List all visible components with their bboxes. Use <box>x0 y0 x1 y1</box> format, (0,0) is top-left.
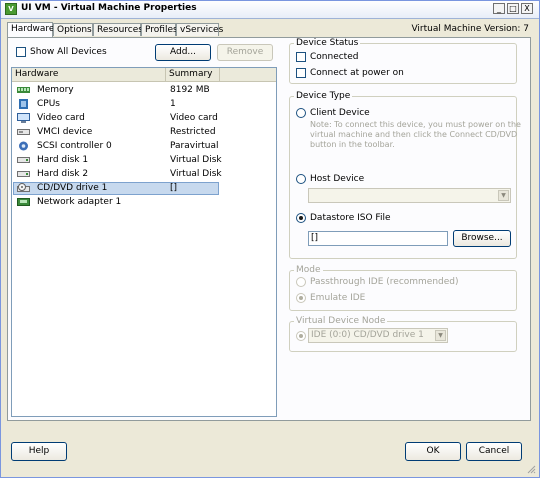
hardware-row-name: CPUs <box>37 99 60 109</box>
hard-disk-icon <box>17 157 30 163</box>
virtual-device-node-dropdown[interactable]: IDE (0:0) CD/DVD drive 1 ▼ <box>308 328 448 343</box>
tab-options[interactable]: Options <box>53 23 93 36</box>
connect-at-power-on-label: Connect at power on <box>310 68 404 78</box>
passthrough-ide-radio[interactable] <box>296 277 306 287</box>
vmci-device-icon <box>17 129 30 135</box>
hardware-row-summary: [] <box>170 183 178 193</box>
cancel-button[interactable]: Cancel <box>466 442 522 461</box>
show-all-devices-label: Show All Devices <box>30 47 107 57</box>
hardware-row-scsi-controller[interactable]: SCSI controller 0 Paravirtual <box>13 140 219 153</box>
device-type-title: Device Type <box>296 91 351 101</box>
emulate-ide-radio[interactable] <box>296 293 306 303</box>
hardware-row-summary: 1 <box>170 99 176 109</box>
browse-button[interactable]: Browse... <box>453 230 511 247</box>
client-device-note-line2: virtual machine and then click the Conne… <box>310 130 518 139</box>
cpu-icon <box>19 99 28 109</box>
hardware-row-hard-disk-1[interactable]: Hard disk 1 Virtual Disk <box>13 154 222 167</box>
tab-vservices[interactable]: vServices <box>176 23 223 36</box>
virtual-device-node-value: IDE (0:0) CD/DVD drive 1 <box>311 330 424 340</box>
mode-title: Mode <box>296 265 321 275</box>
hardware-row-vmci-device[interactable]: VMCI device Restricted <box>13 126 219 139</box>
iso-file-path-input[interactable]: [] <box>308 231 448 246</box>
hard-disk-icon <box>17 171 30 177</box>
chevron-down-icon: ▼ <box>498 190 509 201</box>
hardware-row-summary: Restricted <box>170 127 216 137</box>
hardware-row-hard-disk-2[interactable]: Hard disk 2 Virtual Disk <box>13 168 222 181</box>
vm-app-icon: V <box>5 3 17 15</box>
vm-version-label: Virtual Machine Version: 7 <box>411 24 529 34</box>
hardware-row-name: Hard disk 2 <box>37 169 89 179</box>
scsi-controller-icon <box>19 141 28 151</box>
column-header-summary[interactable]: Summary <box>166 68 220 81</box>
hardware-row-name: Network adapter 1 <box>37 197 122 207</box>
hardware-row-summary: Video card <box>170 113 218 123</box>
network-adapter-icon <box>17 198 30 206</box>
maximize-button[interactable]: □ <box>507 3 519 14</box>
hardware-row-name: Memory <box>37 85 74 95</box>
connected-checkbox[interactable] <box>296 52 306 62</box>
mode-group: Mode <box>289 265 517 311</box>
virtual-device-node-title: Virtual Device Node <box>296 316 386 326</box>
title-bar: V UI VM - Virtual Machine Properties _ □… <box>1 1 539 19</box>
properties-window: V UI VM - Virtual Machine Properties _ □… <box>0 0 540 478</box>
hardware-row-video-card[interactable]: Video card Video card <box>13 112 219 125</box>
virtual-device-node-radio[interactable] <box>296 331 306 341</box>
chevron-down-icon: ▼ <box>435 330 446 341</box>
hardware-list[interactable]: Hardware Summary Memory 8192 MB CPUs 1 V… <box>11 67 277 417</box>
tab-hardware[interactable]: Hardware <box>7 22 54 37</box>
hardware-row-summary: Virtual Disk <box>170 169 222 179</box>
client-device-note-line1: Note: To connect this device, you must p… <box>310 120 521 129</box>
emulate-ide-label: Emulate IDE <box>310 293 366 303</box>
device-status-title: Device Status <box>296 38 359 48</box>
connect-at-power-on-checkbox[interactable] <box>296 68 306 78</box>
hardware-row-name: Hard disk 1 <box>37 155 89 165</box>
hardware-row-network-adapter[interactable]: Network adapter 1 <box>13 196 219 209</box>
hardware-row-name: SCSI controller 0 <box>37 141 112 151</box>
datastore-iso-label: Datastore ISO File <box>310 213 391 223</box>
hardware-row-name: CD/DVD drive 1 <box>37 183 108 193</box>
client-device-radio[interactable] <box>296 108 306 118</box>
show-all-devices-checkbox[interactable] <box>16 47 26 57</box>
video-card-icon <box>17 113 30 123</box>
client-device-note-line3: button in the toolbar. <box>310 140 395 149</box>
hardware-row-cpus[interactable]: CPUs 1 <box>13 98 219 111</box>
column-header-hardware[interactable]: Hardware <box>12 68 166 81</box>
host-device-label: Host Device <box>310 174 365 184</box>
tab-resources[interactable]: Resources <box>93 23 143 36</box>
connected-label: Connected <box>310 52 359 62</box>
minimize-button[interactable]: _ <box>493 3 505 14</box>
resize-grip-icon[interactable] <box>526 464 536 474</box>
hardware-row-name: Video card <box>37 113 85 123</box>
datastore-iso-radio[interactable] <box>296 213 306 223</box>
tab-profiles[interactable]: Profiles <box>141 23 178 36</box>
help-button[interactable]: Help <box>11 442 67 461</box>
window-title: UI VM - Virtual Machine Properties <box>21 3 197 13</box>
add-button[interactable]: Add... <box>155 44 211 61</box>
hardware-row-summary: Paravirtual <box>170 141 219 151</box>
hardware-row-cd-dvd-drive[interactable]: CD/DVD drive 1 [] <box>13 182 219 195</box>
cd-dvd-icon <box>17 183 30 192</box>
host-device-radio[interactable] <box>296 174 306 184</box>
hardware-row-summary: Virtual Disk <box>170 155 222 165</box>
hardware-row-memory[interactable]: Memory 8192 MB <box>13 84 219 97</box>
ok-button[interactable]: OK <box>405 442 461 461</box>
remove-button[interactable]: Remove <box>217 44 273 61</box>
host-device-dropdown[interactable]: ▼ <box>308 188 511 203</box>
passthrough-ide-label: Passthrough IDE (recommended) <box>310 277 459 287</box>
memory-icon <box>17 87 30 93</box>
hardware-list-header: Hardware Summary <box>12 68 276 82</box>
close-button[interactable]: X <box>521 3 533 14</box>
hardware-row-summary: 8192 MB <box>170 85 210 95</box>
client-device-label: Client Device <box>310 108 370 118</box>
hardware-row-name: VMCI device <box>37 127 93 137</box>
